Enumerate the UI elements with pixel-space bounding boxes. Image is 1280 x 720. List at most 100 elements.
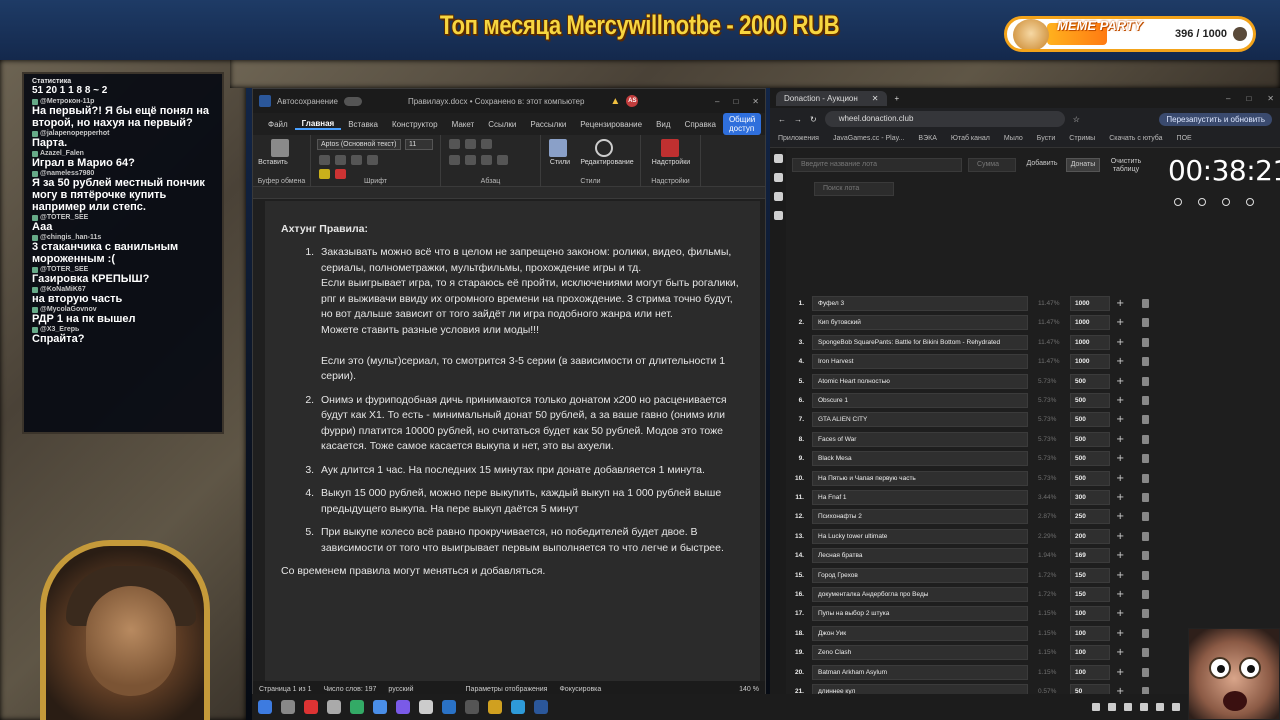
delete-icon[interactable] bbox=[1142, 648, 1149, 658]
autosave-toggle[interactable] bbox=[343, 96, 362, 106]
sidebar-tool-icon[interactable] bbox=[773, 154, 783, 163]
new-tab-icon[interactable]: + bbox=[895, 94, 900, 103]
avatar[interactable]: AS bbox=[626, 95, 639, 107]
add-amount-icon[interactable]: + bbox=[1116, 453, 1124, 464]
lot-name[interactable]: Психонафты 2 bbox=[812, 509, 1028, 525]
bookmark-item[interactable]: Бусти bbox=[1037, 135, 1055, 142]
strike-icon[interactable] bbox=[367, 155, 378, 165]
lot-amount[interactable]: 500 bbox=[1070, 451, 1110, 467]
lot-amount[interactable]: 100 bbox=[1070, 645, 1110, 661]
lot-name[interactable]: Obscure 1 bbox=[812, 393, 1028, 408]
url-field[interactable]: wheel.donaction.club bbox=[824, 111, 1065, 127]
add-amount-icon[interactable]: + bbox=[1116, 570, 1124, 581]
lot-amount[interactable]: 1000 bbox=[1070, 334, 1110, 350]
align-right-icon[interactable] bbox=[481, 155, 492, 165]
bold-icon[interactable] bbox=[319, 155, 330, 165]
paste-icon[interactable] bbox=[271, 139, 289, 157]
numbering-icon[interactable] bbox=[465, 139, 476, 149]
delete-icon[interactable] bbox=[1142, 415, 1149, 425]
app-icon[interactable] bbox=[442, 700, 456, 714]
add-amount-icon[interactable]: + bbox=[1116, 337, 1124, 348]
share-button[interactable]: Общий доступ bbox=[722, 113, 762, 135]
delete-icon[interactable] bbox=[1142, 493, 1149, 502]
lot-amount[interactable]: 100 bbox=[1070, 664, 1110, 680]
display-settings[interactable]: Параметры отображения bbox=[466, 686, 548, 693]
app-icon[interactable] bbox=[327, 700, 341, 714]
add-amount-icon[interactable]: + bbox=[1116, 317, 1124, 328]
styles-button[interactable]: Стили bbox=[543, 159, 577, 166]
delete-icon[interactable] bbox=[1142, 609, 1149, 619]
language[interactable]: русский bbox=[388, 686, 413, 693]
lot-name[interactable]: SpongeBob SquarePants: Battle for Bikini… bbox=[812, 334, 1028, 350]
delete-icon[interactable] bbox=[1142, 318, 1149, 328]
lot-name[interactable]: Джон Уик bbox=[812, 625, 1028, 641]
tab-mailings[interactable]: Рассылки bbox=[523, 120, 573, 129]
tab-review[interactable]: Рецензирование bbox=[573, 120, 649, 129]
addins-icon[interactable] bbox=[661, 139, 679, 157]
lot-name[interactable]: На Пятью и Чапая первую часть bbox=[812, 470, 1028, 486]
bookmark-item[interactable]: ВЭКА bbox=[918, 135, 936, 142]
lot-name[interactable]: Batman Arkham Asylum bbox=[812, 664, 1028, 680]
delete-icon[interactable] bbox=[1142, 531, 1149, 541]
bookmark-item[interactable]: Ютаб канал bbox=[951, 135, 990, 142]
tab-help[interactable]: Справка bbox=[678, 120, 723, 129]
multilevel-icon[interactable] bbox=[481, 139, 492, 149]
word-count[interactable]: Число слов: 197 bbox=[323, 686, 376, 693]
close-icon[interactable]: ✕ bbox=[752, 97, 759, 106]
bookmark-item[interactable]: JavaGames.cc - Play... bbox=[833, 135, 904, 142]
font-size-select[interactable]: 11 bbox=[405, 139, 433, 150]
alarm-icon[interactable] bbox=[1246, 198, 1254, 206]
lot-name[interactable]: документалка Андербогла про Веды bbox=[812, 587, 1028, 602]
lot-name[interactable]: Zeno Clash bbox=[812, 645, 1028, 661]
tray-icon[interactable] bbox=[1124, 703, 1132, 711]
delete-icon[interactable] bbox=[1142, 299, 1149, 308]
lot-amount[interactable]: 169 bbox=[1070, 548, 1110, 564]
app-icon[interactable] bbox=[465, 700, 479, 714]
maximize-icon[interactable]: □ bbox=[1246, 94, 1251, 103]
lot-amount[interactable]: 300 bbox=[1070, 490, 1110, 505]
tab-view[interactable]: Вид bbox=[649, 120, 677, 129]
lot-name[interactable]: Black Mesa bbox=[812, 451, 1028, 467]
delete-icon[interactable] bbox=[1142, 628, 1149, 638]
lot-name[interactable]: Iron Harvest bbox=[812, 354, 1028, 370]
lot-name[interactable]: Кип бутовский bbox=[812, 315, 1028, 331]
app-icon[interactable] bbox=[373, 700, 387, 714]
bookmark-item[interactable]: Приложения bbox=[778, 135, 819, 142]
timer-add-icon[interactable] bbox=[1198, 198, 1206, 206]
bookmark-item[interactable]: ПОЕ bbox=[1177, 135, 1192, 142]
styles-icon[interactable] bbox=[549, 139, 567, 157]
delete-icon[interactable] bbox=[1142, 357, 1149, 367]
lot-search-input[interactable]: Поиск лота bbox=[814, 182, 894, 196]
sum-input[interactable]: Сумма bbox=[968, 158, 1016, 172]
delete-icon[interactable] bbox=[1142, 454, 1149, 464]
add-amount-icon[interactable]: + bbox=[1116, 395, 1124, 406]
lot-amount[interactable]: 100 bbox=[1070, 606, 1110, 622]
warning-icon[interactable]: ▲ bbox=[610, 96, 620, 107]
tab-design[interactable]: Конструктор bbox=[385, 120, 445, 129]
add-amount-icon[interactable]: + bbox=[1116, 511, 1124, 522]
tab-file[interactable]: Файл bbox=[261, 120, 295, 129]
document-page[interactable]: Ахтунг Правила: Заказывать можно всё что… bbox=[265, 201, 760, 693]
close-icon[interactable]: ✕ bbox=[1267, 94, 1274, 103]
lot-amount[interactable]: 500 bbox=[1070, 431, 1110, 447]
add-amount-icon[interactable]: + bbox=[1116, 667, 1124, 678]
app-icon[interactable] bbox=[419, 700, 433, 714]
app-icon[interactable] bbox=[350, 700, 364, 714]
add-amount-icon[interactable]: + bbox=[1116, 550, 1124, 561]
app-icon[interactable] bbox=[511, 700, 525, 714]
font-name-select[interactable]: Aptos (Основной текст) bbox=[317, 139, 401, 150]
clear-table-button[interactable]: Очистить таблицу bbox=[1106, 158, 1146, 173]
lot-name[interactable]: Faces of War bbox=[812, 431, 1028, 447]
tray-icon[interactable] bbox=[1092, 703, 1100, 711]
bookmark-item[interactable]: Мыло bbox=[1004, 135, 1023, 142]
maximize-icon[interactable]: □ bbox=[733, 97, 738, 106]
app-icon[interactable] bbox=[488, 700, 502, 714]
chrome-icon[interactable] bbox=[304, 700, 318, 714]
reload-icon[interactable]: ↻ bbox=[810, 115, 817, 124]
lot-name[interactable]: На Lucky tower ultimate bbox=[812, 528, 1028, 544]
add-amount-icon[interactable]: + bbox=[1116, 628, 1124, 639]
delete-icon[interactable] bbox=[1142, 434, 1149, 444]
delete-icon[interactable] bbox=[1142, 570, 1149, 580]
tab-home[interactable]: Главная bbox=[294, 119, 342, 130]
lot-amount[interactable]: 150 bbox=[1070, 567, 1110, 583]
